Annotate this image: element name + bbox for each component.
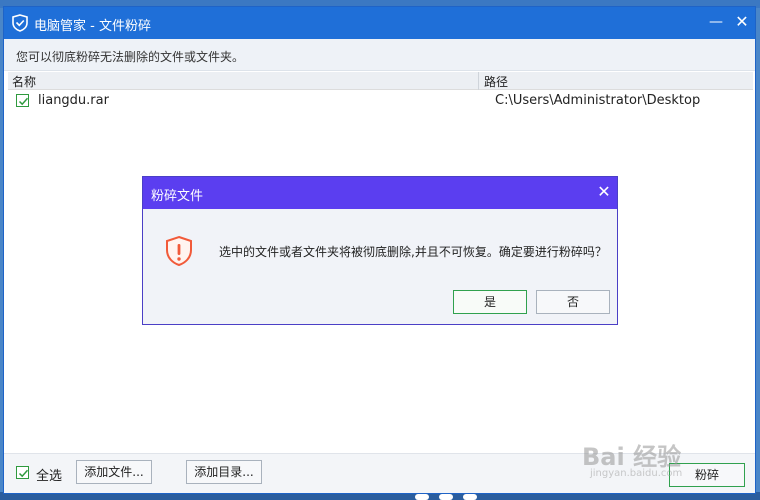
pc-manager-logo-icon xyxy=(12,14,28,32)
watermark-url: jingyan.baidu.com xyxy=(590,468,683,479)
select-all-checkbox[interactable] xyxy=(16,466,29,479)
confirm-shred-dialog: 粉碎文件 ✕ 选中的文件或者文件夹将被彻底删除,并且不可恢复。确定要进行粉碎吗？… xyxy=(142,176,618,325)
dialog-title: 粉碎文件 xyxy=(151,189,204,204)
dialog-close-button[interactable]: ✕ xyxy=(593,181,615,203)
hint-bar: 您可以彻底粉碎无法删除的文件或文件夹。 xyxy=(4,39,755,71)
close-button[interactable]: ✕ xyxy=(730,11,754,33)
file-name: liangdu.rar xyxy=(38,93,109,108)
hint-text: 您可以彻底粉碎无法删除的文件或文件夹。 xyxy=(16,50,245,64)
add-directory-button[interactable]: 添加目录... xyxy=(186,460,262,484)
minimize-button[interactable]: — xyxy=(704,11,728,33)
taskbar-marks xyxy=(415,494,477,500)
dialog-message: 选中的文件或者文件夹将被彻底删除,并且不可恢复。确定要进行粉碎吗？ xyxy=(219,245,607,259)
select-all-label[interactable]: 全选 xyxy=(36,465,62,484)
dialog-titlebar: 粉碎文件 ✕ xyxy=(143,177,617,209)
window-title: 电脑管家 - 文件粉碎 xyxy=(34,19,151,34)
row-checkbox[interactable] xyxy=(16,94,29,107)
file-path: C:\Users\Administrator\Desktop xyxy=(495,93,701,108)
table-row[interactable]: liangdu.rar C:\Users\Administrator\Deskt… xyxy=(8,91,753,111)
checkmark-icon xyxy=(18,97,29,106)
no-button[interactable]: 否 xyxy=(536,290,610,314)
column-header-name[interactable]: 名称 xyxy=(12,73,36,90)
column-header-path[interactable]: 路径 xyxy=(484,73,508,90)
warning-shield-icon xyxy=(166,235,192,267)
yes-button[interactable]: 是 xyxy=(453,290,527,314)
column-divider[interactable] xyxy=(478,72,479,90)
file-table-header: 名称 路径 xyxy=(8,72,753,90)
watermark-logo: Bai 经验 xyxy=(582,443,682,471)
add-file-button[interactable]: 添加文件... xyxy=(76,460,152,484)
window-titlebar: 电脑管家 - 文件粉碎 — ✕ xyxy=(4,7,755,39)
checkmark-icon xyxy=(18,469,29,478)
